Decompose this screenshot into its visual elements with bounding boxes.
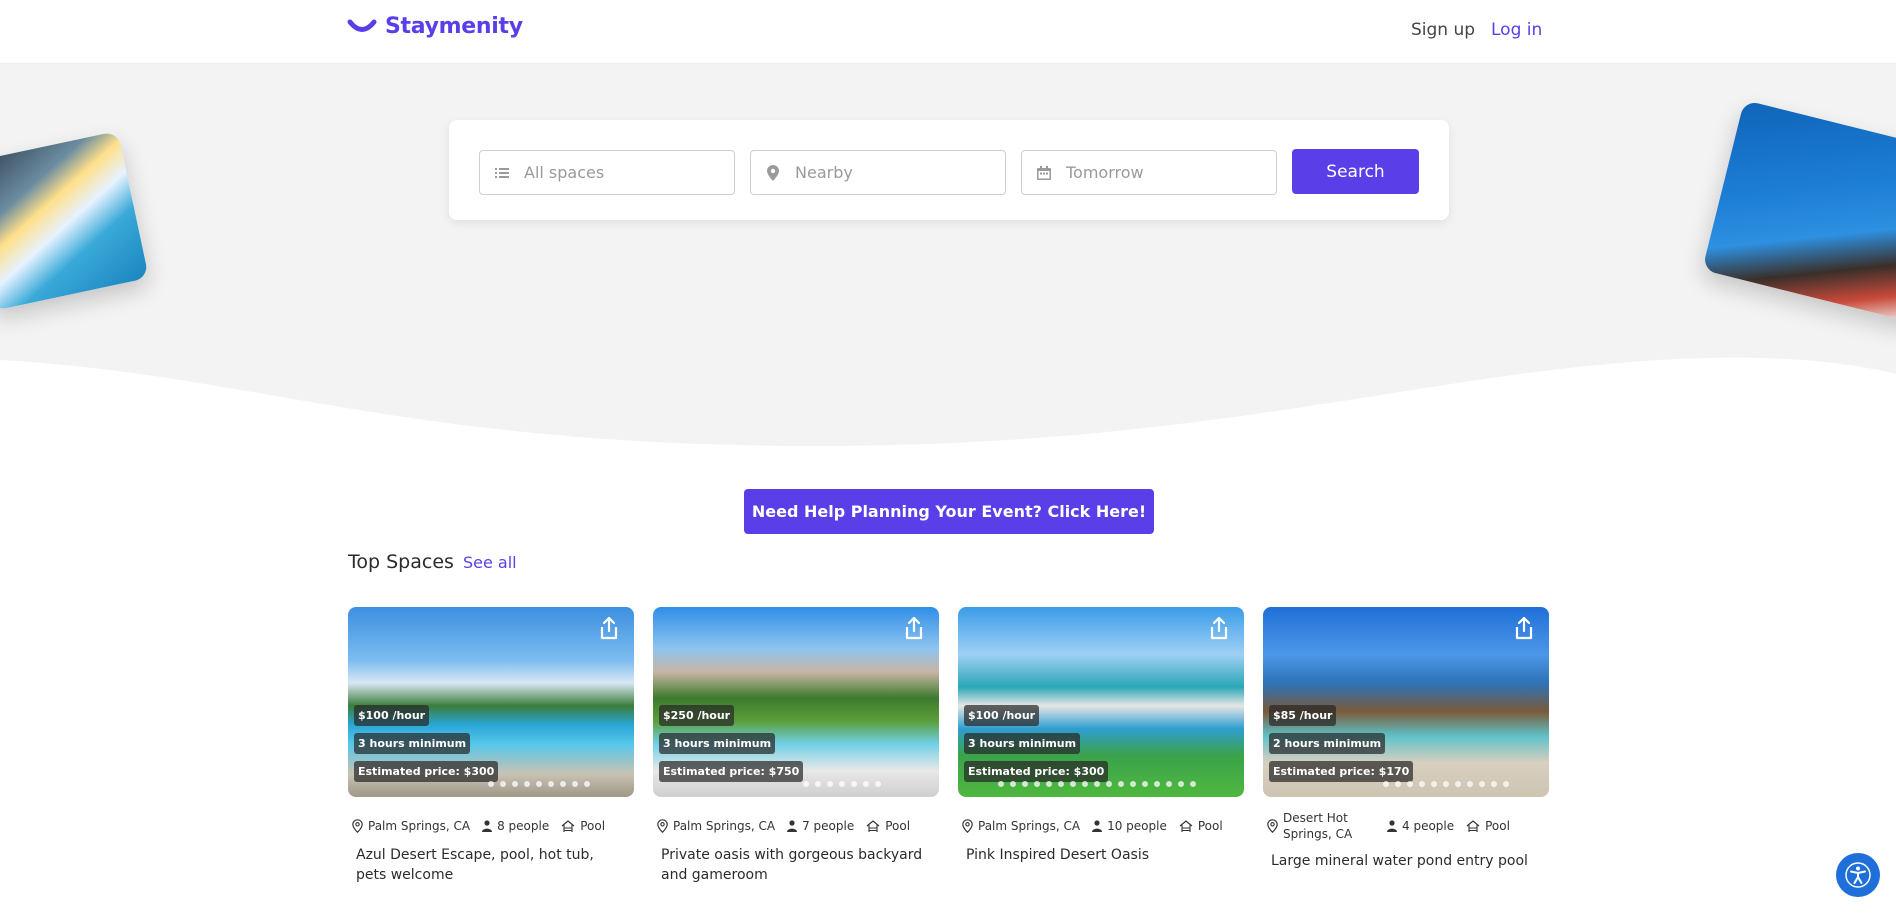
share-icon[interactable] — [901, 615, 927, 641]
space-card-meta: Palm Springs, CA 7 people Pool — [653, 817, 939, 835]
person-icon — [482, 820, 493, 832]
carousel-dots[interactable] — [1383, 781, 1509, 787]
hero-wave-divider — [0, 357, 1896, 464]
date-placeholder: Tomorrow — [1066, 163, 1144, 182]
space-card-meta: Palm Springs, CA 8 people Pool — [348, 817, 634, 835]
pool-icon — [1466, 819, 1480, 832]
map-pin-icon — [962, 819, 973, 833]
share-icon[interactable] — [1511, 615, 1537, 641]
space-card-image[interactable]: $85 /hour 2 hours minimum Estimated pric… — [1263, 607, 1549, 797]
person-icon — [1092, 820, 1103, 832]
map-pin-icon — [1267, 819, 1278, 833]
space-card-image[interactable]: $100 /hour 3 hours minimum Estimated pri… — [348, 607, 634, 797]
location-placeholder: Nearby — [795, 163, 853, 182]
space-card-title[interactable]: Pink Inspired Desert Oasis — [958, 845, 1238, 865]
login-link[interactable]: Log in — [1491, 20, 1542, 40]
map-pin-icon — [352, 819, 363, 833]
calendar-icon — [1022, 165, 1066, 180]
type-text: Pool — [1485, 819, 1510, 833]
location-text: Palm Springs, CA — [368, 819, 471, 833]
capacity-text: 8 people — [497, 819, 550, 833]
section-title: Top Spaces — [348, 551, 454, 573]
space-card-title[interactable]: Private oasis with gorgeous backyard and… — [653, 845, 933, 885]
space-card[interactable]: $100 /hour 3 hours minimum Estimated pri… — [348, 607, 634, 885]
share-icon[interactable] — [1206, 615, 1232, 641]
event-planning-cta-button[interactable]: Need Help Planning Your Event? Click Her… — [744, 489, 1154, 534]
hero-photo-basketball — [1702, 99, 1896, 324]
location-pin-icon — [751, 164, 795, 181]
capacity-text: 4 people — [1402, 819, 1455, 833]
minimum-badge: 3 hours minimum — [964, 733, 1081, 754]
brand-logo[interactable]: Staymenity — [347, 14, 523, 39]
location-text: Desert Hot Springs, CA — [1283, 811, 1353, 841]
carousel-dots[interactable] — [803, 781, 881, 787]
estimate-badge: Estimated price: $300 — [354, 761, 499, 782]
minimum-badge: 3 hours minimum — [659, 733, 776, 754]
type-text: Pool — [885, 819, 911, 833]
estimate-badge: Estimated price: $170 — [1269, 761, 1414, 782]
space-card[interactable]: $85 /hour 2 hours minimum Estimated pric… — [1263, 607, 1549, 871]
share-icon[interactable] — [596, 615, 622, 641]
search-button[interactable]: Search — [1292, 149, 1419, 194]
hero-photo-pool-party — [0, 131, 149, 311]
space-card[interactable]: $250 /hour 3 hours minimum Estimated pri… — [653, 607, 939, 885]
type-text: Pool — [580, 819, 606, 833]
type-text: Pool — [1197, 819, 1223, 833]
smile-logo-icon — [347, 19, 377, 32]
see-all-link[interactable]: See all — [463, 553, 517, 572]
brand-name: Staymenity — [385, 14, 523, 39]
pool-icon — [561, 819, 575, 832]
carousel-dots[interactable] — [488, 781, 590, 787]
signup-link[interactable]: Sign up — [1411, 20, 1475, 40]
person-icon — [787, 820, 798, 832]
price-badge: $85 /hour — [1269, 705, 1337, 726]
space-card-image[interactable]: $100 /hour 3 hours minimum Estimated pri… — [958, 607, 1244, 797]
space-card-meta: Desert Hot Springs, CA 4 people Pool — [1263, 811, 1549, 841]
hero-section: All spaces Nearby Tomorrow Search — [0, 64, 1896, 464]
space-card-title[interactable]: Large mineral water pond entry pool — [1263, 851, 1543, 871]
map-pin-icon — [657, 819, 668, 833]
capacity-text: 10 people — [1107, 819, 1167, 833]
accessibility-button[interactable] — [1836, 853, 1880, 897]
accessibility-icon — [1845, 862, 1871, 888]
top-navbar: Staymenity Sign up Log in — [0, 0, 1896, 64]
space-type-placeholder: All spaces — [524, 163, 605, 182]
date-input[interactable]: Tomorrow — [1021, 150, 1277, 195]
carousel-dots[interactable] — [998, 781, 1196, 787]
space-card-image[interactable]: $250 /hour 3 hours minimum Estimated pri… — [653, 607, 939, 797]
pool-icon — [866, 819, 880, 832]
estimate-badge: Estimated price: $750 — [659, 761, 804, 782]
price-badge: $100 /hour — [964, 705, 1040, 726]
price-badge: $250 /hour — [659, 705, 735, 726]
minimum-badge: 3 hours minimum — [354, 733, 471, 754]
location-text: Palm Springs, CA — [978, 819, 1081, 833]
space-card-title[interactable]: Azul Desert Escape, pool, hot tub, pets … — [348, 845, 628, 885]
list-icon — [480, 167, 524, 179]
space-card-meta: Palm Springs, CA 10 people Pool — [958, 817, 1244, 835]
space-type-select[interactable]: All spaces — [479, 150, 735, 195]
capacity-text: 7 people — [802, 819, 855, 833]
pool-icon — [1179, 819, 1193, 832]
space-card[interactable]: $100 /hour 3 hours minimum Estimated pri… — [958, 607, 1244, 865]
minimum-badge: 2 hours minimum — [1269, 733, 1386, 754]
estimate-badge: Estimated price: $300 — [964, 761, 1109, 782]
price-badge: $100 /hour — [354, 705, 430, 726]
location-text: Palm Springs, CA — [673, 819, 776, 833]
search-panel: All spaces Nearby Tomorrow Search — [449, 120, 1449, 220]
person-icon — [1387, 820, 1397, 832]
location-input[interactable]: Nearby — [750, 150, 1006, 195]
